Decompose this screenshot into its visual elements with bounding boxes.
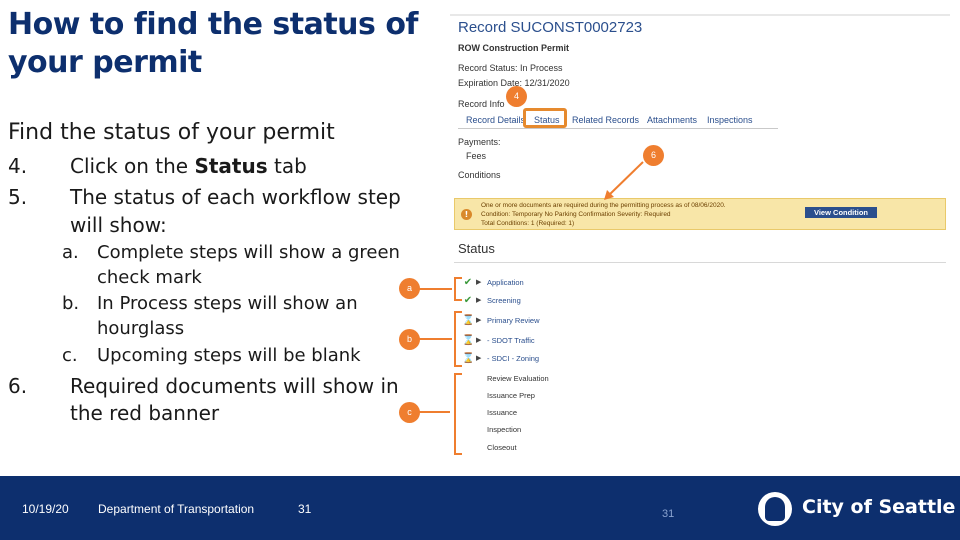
banner-line2: Condition: Temporary No Parking Confirma… xyxy=(481,211,671,218)
workflow-step-label: Screening xyxy=(487,296,521,305)
workflow-row[interactable]: Closeout xyxy=(462,442,762,456)
tab-attachments[interactable]: Attachments xyxy=(647,115,697,125)
substep-line2: check mark xyxy=(97,267,202,288)
banner-line1: One or more documents are required durin… xyxy=(481,202,726,209)
record-status: Record Status: In Process xyxy=(458,63,563,73)
required-documents-banner: ! One or more documents are required dur… xyxy=(454,198,946,230)
step-text-line2: the red banner xyxy=(70,401,220,425)
tab-record-details[interactable]: Record Details xyxy=(466,115,525,125)
substep-number: a. xyxy=(62,242,79,263)
step-5: 5. The status of each workflow step will… xyxy=(8,183,428,239)
permit-record-screenshot: Record SUCONST0002723 ROW Construction P… xyxy=(450,14,950,470)
conditions-label[interactable]: Conditions xyxy=(458,170,501,180)
caret-right-icon[interactable]: ▶ xyxy=(476,296,481,304)
record-tabs: Record Details Status Related Records At… xyxy=(458,113,778,129)
tab-related-records[interactable]: Related Records xyxy=(572,115,639,125)
logo-text: City of Seattle xyxy=(802,496,956,518)
step-text-line1: Required documents will show in xyxy=(70,374,399,398)
workflow-step-label: Issuance xyxy=(487,408,518,417)
step-text-bold: Status xyxy=(194,154,268,178)
record-info-label: Record Info xyxy=(458,99,505,109)
substep-line1: Upcoming steps will be blank xyxy=(97,345,361,366)
step-text-line2: will show: xyxy=(70,213,167,237)
step-text: Click on the Status tab xyxy=(70,152,307,180)
step-text-part: tab xyxy=(267,154,307,178)
caret-right-icon[interactable]: ▶ xyxy=(476,354,481,362)
fees-link[interactable]: Fees xyxy=(466,151,486,161)
section-heading: Find the status of your permit xyxy=(8,120,335,145)
workflow-row[interactable]: ✔ ▶ Application xyxy=(462,277,762,291)
substep-number: b. xyxy=(62,293,80,314)
permit-type: ROW Construction Permit xyxy=(458,43,570,53)
footer-department: Department of Transportation xyxy=(98,502,255,516)
workflow-step-label: - SDCI - Zoning xyxy=(487,354,540,363)
hourglass-icon: ⌛ xyxy=(462,353,475,364)
city-logo: City of Seattle xyxy=(758,492,955,528)
workflow-row[interactable]: Review Evaluation xyxy=(462,373,762,387)
workflow-step-label: Primary Review xyxy=(487,316,540,325)
substep-c: c. Upcoming steps will be blank xyxy=(62,343,422,368)
workflow-step-label: Issuance Prep xyxy=(487,391,535,400)
substep-number: c. xyxy=(62,345,78,366)
banner-line3: Total Conditions: 1 (Required: 1) xyxy=(481,220,575,227)
hourglass-icon: ⌛ xyxy=(462,335,475,346)
step-number: 4. xyxy=(8,154,28,178)
workflow-row[interactable]: ✔ ▶ Screening xyxy=(462,295,762,309)
callout-badge-6: 6 xyxy=(643,145,664,166)
footer-date: 10/19/20 xyxy=(22,502,69,516)
hourglass-icon: ⌛ xyxy=(462,315,475,326)
caret-right-icon[interactable]: ▶ xyxy=(476,316,481,324)
caret-right-icon[interactable]: ▶ xyxy=(476,336,481,344)
footer-bar: 10/19/20 Department of Transportation 31… xyxy=(0,476,960,540)
workflow-row[interactable]: ⌛ ▶ - SDOT Traffic xyxy=(462,335,762,349)
workflow-row[interactable]: Issuance Prep xyxy=(462,390,762,404)
footer-page-center: 31 xyxy=(662,508,675,520)
workflow-row[interactable]: Issuance xyxy=(462,407,762,421)
workflow-row[interactable]: ⌛ ▶ - SDCI - Zoning xyxy=(462,353,762,367)
status-tab-highlight xyxy=(523,108,567,128)
workflow-step-label: Closeout xyxy=(487,443,517,452)
header-rule xyxy=(450,14,950,16)
substep-line1: Complete steps will show a green xyxy=(97,242,400,263)
slide-title: How to find the status of your permit xyxy=(8,7,418,80)
workflow-step-label: - SDOT Traffic xyxy=(487,336,535,345)
step-text-line1: The status of each workflow step xyxy=(70,185,401,209)
callout-badge-c: c xyxy=(399,402,420,423)
substep-line1: In Process steps will show an xyxy=(97,293,358,314)
workflow-row[interactable]: ⌛ ▶ Primary Review xyxy=(462,315,762,329)
seattle-seal-icon xyxy=(758,492,792,526)
callout-badge-a: a xyxy=(399,278,420,299)
view-condition-button[interactable]: View Condition xyxy=(805,207,877,218)
tab-inspections[interactable]: Inspections xyxy=(707,115,753,125)
step-6: 6. Required documents will show in the r… xyxy=(8,372,428,428)
workflow-step-label: Inspection xyxy=(487,425,522,434)
substep-b: b. In Process steps will show an hourgla… xyxy=(62,291,422,341)
step-number: 5. xyxy=(8,185,28,209)
check-icon: ✔ xyxy=(463,295,473,306)
caret-right-icon[interactable]: ▶ xyxy=(476,278,481,286)
workflow-row[interactable]: Inspection xyxy=(462,424,762,438)
step-number: 6. xyxy=(8,374,28,398)
step-text-part: Click on the xyxy=(70,154,195,178)
substep-a: a. Complete steps will show a green chec… xyxy=(62,240,422,290)
step-4: 4. Click on the Status tab xyxy=(8,152,428,180)
footer-page-number: 31 xyxy=(298,502,312,516)
callout-badge-b: b xyxy=(399,329,420,350)
payments-label: Payments: xyxy=(458,137,501,147)
warning-icon: ! xyxy=(461,209,472,220)
callout-badge-4: 4 xyxy=(506,86,527,107)
check-icon: ✔ xyxy=(463,277,473,288)
workflow-step-label: Review Evaluation xyxy=(487,374,549,383)
workflow-step-label: Application xyxy=(487,278,524,287)
status-divider xyxy=(454,262,946,263)
status-heading: Status xyxy=(458,241,495,256)
substep-line2: hourglass xyxy=(97,318,185,339)
record-title: Record SUCONST0002723 xyxy=(458,19,643,36)
